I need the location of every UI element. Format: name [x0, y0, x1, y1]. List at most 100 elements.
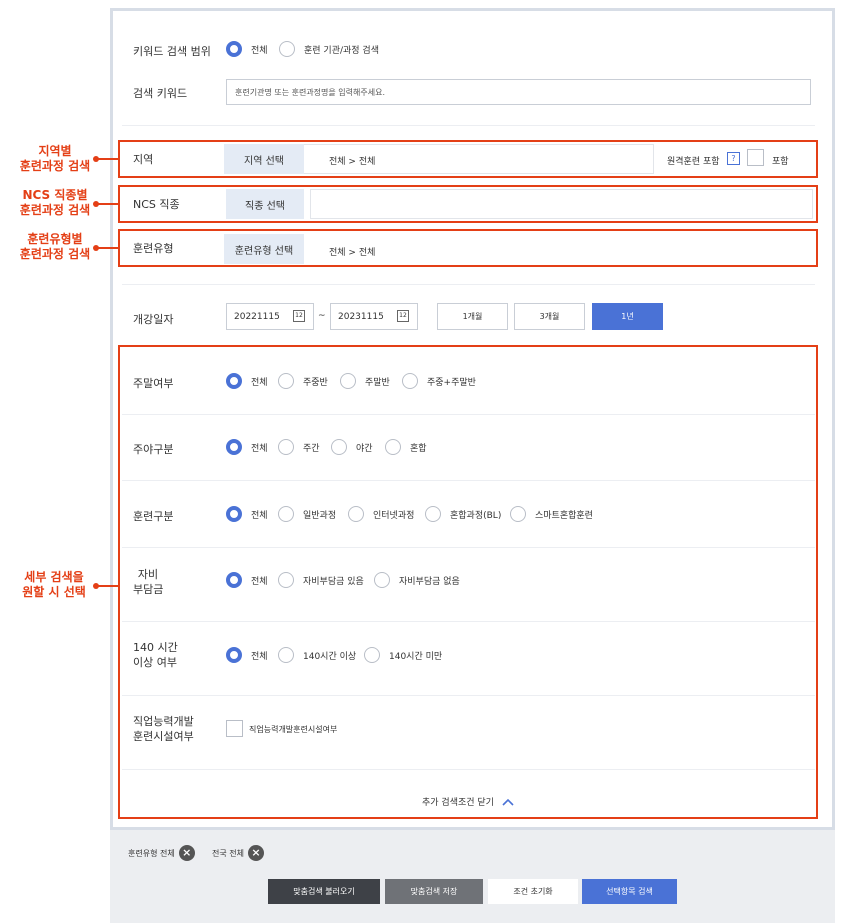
radio-empty-icon — [278, 647, 294, 663]
training-radio-all[interactable]: 전체 — [226, 506, 268, 522]
radio-empty-icon — [278, 439, 294, 455]
start-date-label: 개강일자 — [133, 313, 174, 326]
selfpay-radio-all[interactable]: 전체 — [226, 572, 268, 588]
callout-line — [96, 585, 118, 587]
radio-empty-icon — [385, 439, 401, 455]
radio-selected-icon — [226, 647, 242, 663]
selected-conditions-area — [110, 830, 835, 923]
selfpay-radio-yes[interactable]: 자비부담금 있음 — [278, 572, 364, 588]
training-category-label: 훈련구분 — [133, 510, 174, 523]
reset-conditions-button[interactable]: 조건 초기화 — [488, 879, 578, 904]
divider — [122, 547, 815, 548]
selfpay-radio-no[interactable]: 자비부담금 없음 — [374, 572, 460, 588]
facility-label: 직업능력개발 훈련시설여부 — [133, 715, 194, 743]
remove-icon[interactable]: × — [178, 845, 195, 861]
training-type-label: 훈련유형 — [133, 242, 174, 255]
radio-empty-icon — [374, 572, 390, 588]
period-1year-button[interactable]: 1년 — [592, 303, 663, 330]
remote-training-label: 원격훈련 포함 — [667, 157, 720, 167]
weekend-radio-both[interactable]: 주중+주말반 — [402, 373, 476, 389]
detail-highlight-box — [118, 345, 818, 819]
range-radio-institution[interactable]: 훈련 기관/과정 검색 — [279, 41, 379, 57]
training-radio-blended[interactable]: 혼합과정(BL) — [425, 506, 501, 522]
daynight-radio-day[interactable]: 주간 — [278, 439, 320, 455]
radio-selected-icon — [226, 439, 242, 455]
radio-empty-icon — [340, 373, 356, 389]
close-extra-conditions-button[interactable]: 추가 검색조건 닫기 — [422, 795, 514, 808]
period-3month-button[interactable]: 3개월 — [514, 303, 585, 330]
remote-include-checkbox[interactable] — [747, 149, 764, 166]
region-value: 전체 > 전체 — [329, 157, 376, 167]
callout-line — [96, 203, 118, 205]
tag-region: 전국 전체 × — [212, 845, 264, 861]
start-date-input[interactable]: 20221115 12 — [226, 303, 314, 330]
weekend-radio-all[interactable]: 전체 — [226, 373, 268, 389]
training-radio-general[interactable]: 일반과정 — [278, 506, 336, 522]
radio-empty-icon — [402, 373, 418, 389]
daynight-radio-all[interactable]: 전체 — [226, 439, 268, 455]
tag-training-type: 훈련유형 전체 × — [128, 845, 195, 861]
calendar-icon[interactable]: 12 — [293, 310, 305, 322]
region-label: 지역 — [133, 153, 154, 166]
hours-label: 140 시간 이상 여부 — [133, 641, 178, 669]
search-selected-button[interactable]: 선택항목 검색 — [582, 879, 677, 904]
daynight-label: 주야구분 — [133, 443, 174, 456]
training-type-value: 전체 > 전체 — [329, 248, 376, 258]
radio-empty-icon — [331, 439, 347, 455]
hours-radio-under[interactable]: 140시간 미만 — [364, 647, 442, 663]
radio-selected-icon — [226, 572, 242, 588]
calendar-icon[interactable]: 12 — [397, 310, 409, 322]
callout-dot — [93, 156, 99, 162]
end-date-input[interactable]: 20231115 12 — [330, 303, 418, 330]
help-icon[interactable]: ? — [727, 152, 740, 165]
callout-line — [96, 158, 118, 160]
weekend-label: 주말여부 — [133, 377, 174, 390]
training-radio-smart[interactable]: 스마트혼합훈련 — [510, 506, 593, 522]
remove-icon[interactable]: × — [247, 845, 264, 861]
save-custom-search-button[interactable]: 맞춤검색 저장 — [385, 879, 483, 904]
radio-selected-icon — [226, 373, 242, 389]
callout-dot — [93, 201, 99, 207]
divider — [122, 621, 815, 622]
period-1month-button[interactable]: 1개월 — [437, 303, 508, 330]
radio-empty-icon — [425, 506, 441, 522]
weekend-radio-weekday[interactable]: 주중반 — [278, 373, 328, 389]
callout-dot — [93, 583, 99, 589]
divider — [122, 125, 815, 126]
date-separator: ~ — [318, 311, 326, 321]
radio-selected-icon — [226, 506, 242, 522]
keyword-label: 검색 키워드 — [133, 87, 188, 100]
divider — [122, 769, 815, 770]
daynight-radio-night[interactable]: 야간 — [331, 439, 373, 455]
ncs-select-button[interactable]: 직종 선택 — [226, 189, 304, 219]
divider — [122, 414, 815, 415]
radio-empty-icon — [278, 373, 294, 389]
weekend-radio-weekend[interactable]: 주말반 — [340, 373, 390, 389]
callout-detail: 세부 검색을 원할 시 선택 — [22, 570, 86, 599]
selfpay-label: 자비 부담금 — [133, 568, 164, 596]
hours-radio-over[interactable]: 140시간 이상 — [278, 647, 356, 663]
training-type-select-button[interactable]: 훈련유형 선택 — [224, 234, 304, 264]
daynight-radio-mixed[interactable]: 혼합 — [385, 439, 427, 455]
include-label: 포함 — [772, 157, 789, 167]
divider — [122, 480, 815, 481]
range-radio-all[interactable]: 전체 — [226, 41, 268, 57]
facility-checkbox[interactable] — [226, 720, 243, 737]
keyword-range-label: 키워드 검색 범위 — [133, 45, 211, 58]
radio-empty-icon — [278, 506, 294, 522]
type-highlight-box — [118, 229, 818, 267]
callout-dot — [93, 245, 99, 251]
radio-empty-icon — [278, 572, 294, 588]
training-radio-internet[interactable]: 인터넷과정 — [348, 506, 414, 522]
callout-region: 지역별 훈련과정 검색 — [19, 144, 91, 173]
load-custom-search-button[interactable]: 맞춤검색 불러오기 — [268, 879, 380, 904]
hours-radio-all[interactable]: 전체 — [226, 647, 268, 663]
facility-checkbox-label: 직업능력개발훈련시설여부 — [249, 725, 338, 734]
radio-selected-icon — [226, 41, 242, 57]
divider — [122, 695, 815, 696]
divider — [122, 284, 815, 285]
ncs-value-field — [310, 189, 813, 219]
callout-type: 훈련유형별 훈련과정 검색 — [19, 232, 91, 261]
region-select-button[interactable]: 지역 선택 — [224, 144, 304, 174]
keyword-input[interactable]: 훈련기관명 또는 훈련과정명을 입력해주세요. — [226, 79, 811, 105]
